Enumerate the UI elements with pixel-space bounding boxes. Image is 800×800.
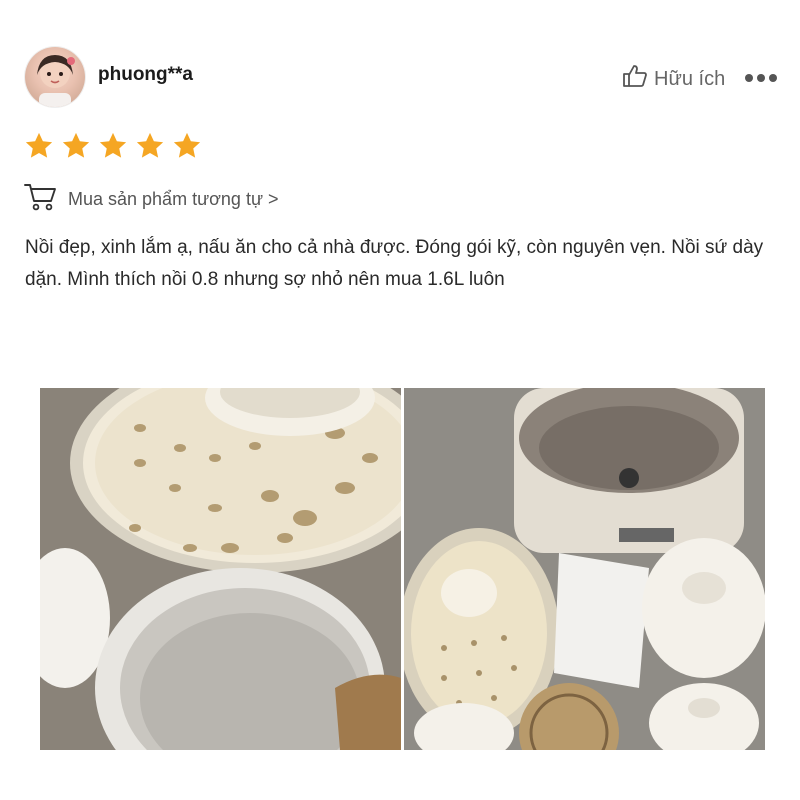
cart-icon xyxy=(24,182,58,217)
star-icon xyxy=(99,132,127,158)
username[interactable]: phuong**a xyxy=(98,64,193,86)
star-icon xyxy=(136,132,164,158)
avatar[interactable] xyxy=(25,47,85,107)
thumbs-up-icon xyxy=(622,64,648,94)
star-icon xyxy=(62,132,90,158)
buy-similar-link[interactable]: Mua sản phẩm tương tự > xyxy=(24,182,279,217)
review-text: Nồi đẹp, xinh lắm ạ, nấu ăn cho cả nhà đ… xyxy=(25,237,764,290)
helpful-label: Hữu ích xyxy=(654,67,726,90)
more-dots-icon[interactable] xyxy=(745,74,777,82)
helpful-button[interactable]: Hữu ích xyxy=(622,64,725,94)
review-photo-2[interactable] xyxy=(404,388,765,750)
rating-stars xyxy=(24,131,202,161)
buy-similar-label: Mua sản phẩm tương tự > xyxy=(68,189,279,209)
star-icon xyxy=(173,132,201,158)
star-icon xyxy=(25,132,53,158)
review-photo-1[interactable] xyxy=(40,388,401,750)
